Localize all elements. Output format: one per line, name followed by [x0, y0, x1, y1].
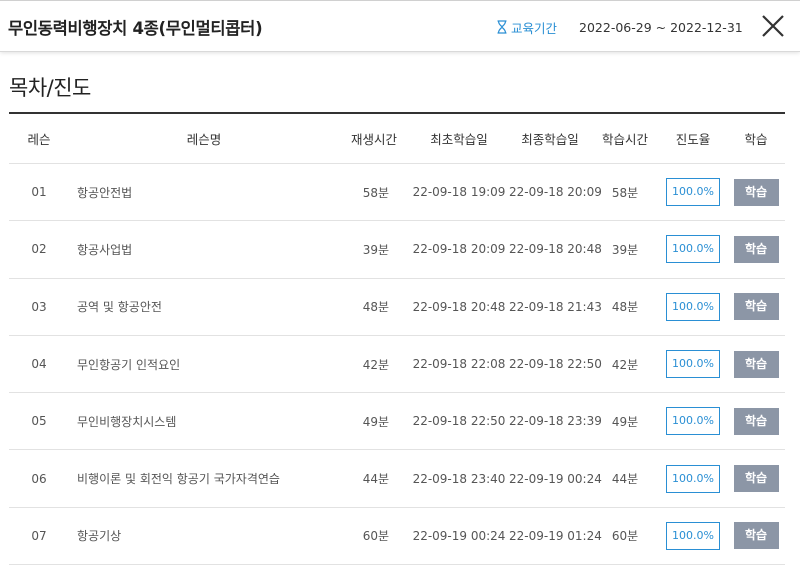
study-time: 48분 — [611, 300, 639, 315]
course-title: 무인동력비행장치 4종(무인멀티콥터) — [8, 19, 263, 38]
hourglass-icon — [497, 20, 507, 34]
last-study-date: 22-09-18 22:50 — [509, 357, 602, 372]
col-last-study: 최종학습일 — [521, 132, 579, 147]
table-row: 04 무인항공기 인적요인 42분 22-09-18 22:08 22-09-1… — [9, 336, 785, 394]
lesson-number: 03 — [31, 299, 47, 314]
education-period: 교육기간 2022-06-29 ~ 2022-12-31 — [496, 17, 743, 37]
study-time: 49분 — [611, 414, 639, 429]
play-time: 42분 — [362, 357, 389, 372]
lesson-table: 레슨 레슨명 재생시간 최초학습일 최종학습일 학습시간 진도율 학습 01 항… — [9, 112, 785, 566]
play-time: 49분 — [362, 414, 389, 429]
header-bar: 무인동력비행장치 4종(무인멀티콥터) 교육기간 2022-06-29 ~ 20… — [0, 0, 800, 52]
col-lesson-name: 레슨명 — [186, 132, 222, 147]
col-lesson: 레슨 — [27, 132, 51, 147]
lesson-name: 항공안전법 — [77, 185, 133, 200]
last-study-date: 22-09-18 20:48 — [509, 242, 602, 257]
progress-rate: 100.0% — [666, 235, 720, 264]
lesson-number: 01 — [31, 185, 47, 200]
first-study-date: 22-09-18 22:08 — [412, 357, 506, 372]
learn-button[interactable]: 학습 — [733, 522, 779, 550]
col-progress: 진도율 — [675, 132, 711, 147]
play-time: 58분 — [362, 185, 389, 200]
study-time: 39분 — [611, 242, 639, 257]
period-dates: 2022-06-29 ~ 2022-12-31 — [579, 19, 743, 35]
progress-rate: 100.0% — [666, 521, 720, 550]
progress-rate: 100.0% — [666, 464, 720, 493]
col-play-time: 재생시간 — [350, 132, 397, 147]
last-study-date: 22-09-19 00:24 — [509, 471, 602, 486]
first-study-date: 22-09-18 23:40 — [412, 471, 506, 486]
progress-rate: 100.0% — [666, 178, 720, 207]
study-time: 44분 — [611, 472, 639, 487]
period-label: 교육기간 — [511, 20, 558, 36]
lesson-name: 비행이론 및 회전익 항공기 국가자격연습 — [77, 472, 280, 487]
progress-rate: 100.0% — [666, 350, 720, 379]
learn-button[interactable]: 학습 — [733, 235, 779, 263]
lesson-name: 항공기상 — [77, 529, 122, 544]
table-row: 01 항공안전법 58분 22-09-18 19:09 22-09-18 20:… — [9, 164, 785, 222]
play-time: 48분 — [362, 300, 389, 315]
table-row: 06 비행이론 및 회전익 항공기 국가자격연습 44분 22-09-18 23… — [9, 450, 785, 508]
learn-button[interactable]: 학습 — [733, 407, 779, 435]
play-time: 60분 — [362, 529, 389, 544]
table-row: 02 항공사업법 39분 22-09-18 20:09 22-09-18 20:… — [9, 221, 785, 279]
last-study-date: 22-09-18 21:43 — [509, 299, 602, 314]
lesson-number: 07 — [31, 528, 47, 543]
table-header: 레슨 레슨명 재생시간 최초학습일 최종학습일 학습시간 진도율 학습 — [9, 114, 785, 164]
lesson-name: 공역 및 항공안전 — [77, 300, 162, 315]
last-study-date: 22-09-18 23:39 — [509, 414, 602, 429]
progress-rate: 100.0% — [666, 292, 720, 321]
lesson-number: 04 — [31, 357, 47, 372]
lesson-name: 항공사업법 — [77, 242, 133, 257]
table-row: 07 항공기상 60분 22-09-19 00:24 22-09-19 01:2… — [9, 508, 785, 566]
learn-button[interactable]: 학습 — [733, 178, 779, 206]
study-time: 58분 — [611, 185, 639, 200]
table-row: 05 무인비행장치시스템 49분 22-09-18 22:50 22-09-18… — [9, 393, 785, 451]
play-time: 39분 — [362, 242, 389, 257]
close-button[interactable] — [760, 13, 786, 39]
first-study-date: 22-09-18 22:50 — [412, 414, 506, 429]
lesson-number: 05 — [31, 414, 47, 429]
study-time: 60분 — [611, 529, 639, 544]
play-time: 44분 — [362, 472, 389, 487]
study-time: 42분 — [611, 357, 639, 372]
learn-button[interactable]: 학습 — [733, 350, 779, 378]
learn-button[interactable]: 학습 — [733, 293, 779, 321]
col-study-time: 학습시간 — [601, 132, 648, 147]
last-study-date: 22-09-18 20:09 — [509, 185, 602, 200]
last-study-date: 22-09-19 01:24 — [509, 528, 602, 543]
first-study-date: 22-09-18 20:48 — [412, 299, 506, 314]
first-study-date: 22-09-18 20:09 — [412, 242, 506, 257]
lesson-name: 무인항공기 인적요인 — [77, 357, 181, 372]
lesson-number: 02 — [31, 242, 47, 257]
col-first-study: 최초학습일 — [430, 132, 488, 147]
learn-button[interactable]: 학습 — [733, 465, 779, 493]
lesson-name: 무인비행장치시스템 — [77, 414, 177, 429]
close-icon — [762, 15, 784, 37]
progress-rate: 100.0% — [666, 407, 720, 436]
first-study-date: 22-09-19 00:24 — [412, 528, 506, 543]
table-row: 03 공역 및 항공안전 48분 22-09-18 20:48 22-09-18… — [9, 279, 785, 336]
section-title: 목차/진도 — [9, 76, 91, 100]
lesson-number: 06 — [31, 471, 47, 486]
first-study-date: 22-09-18 19:09 — [412, 185, 506, 200]
col-learn: 학습 — [744, 132, 768, 147]
